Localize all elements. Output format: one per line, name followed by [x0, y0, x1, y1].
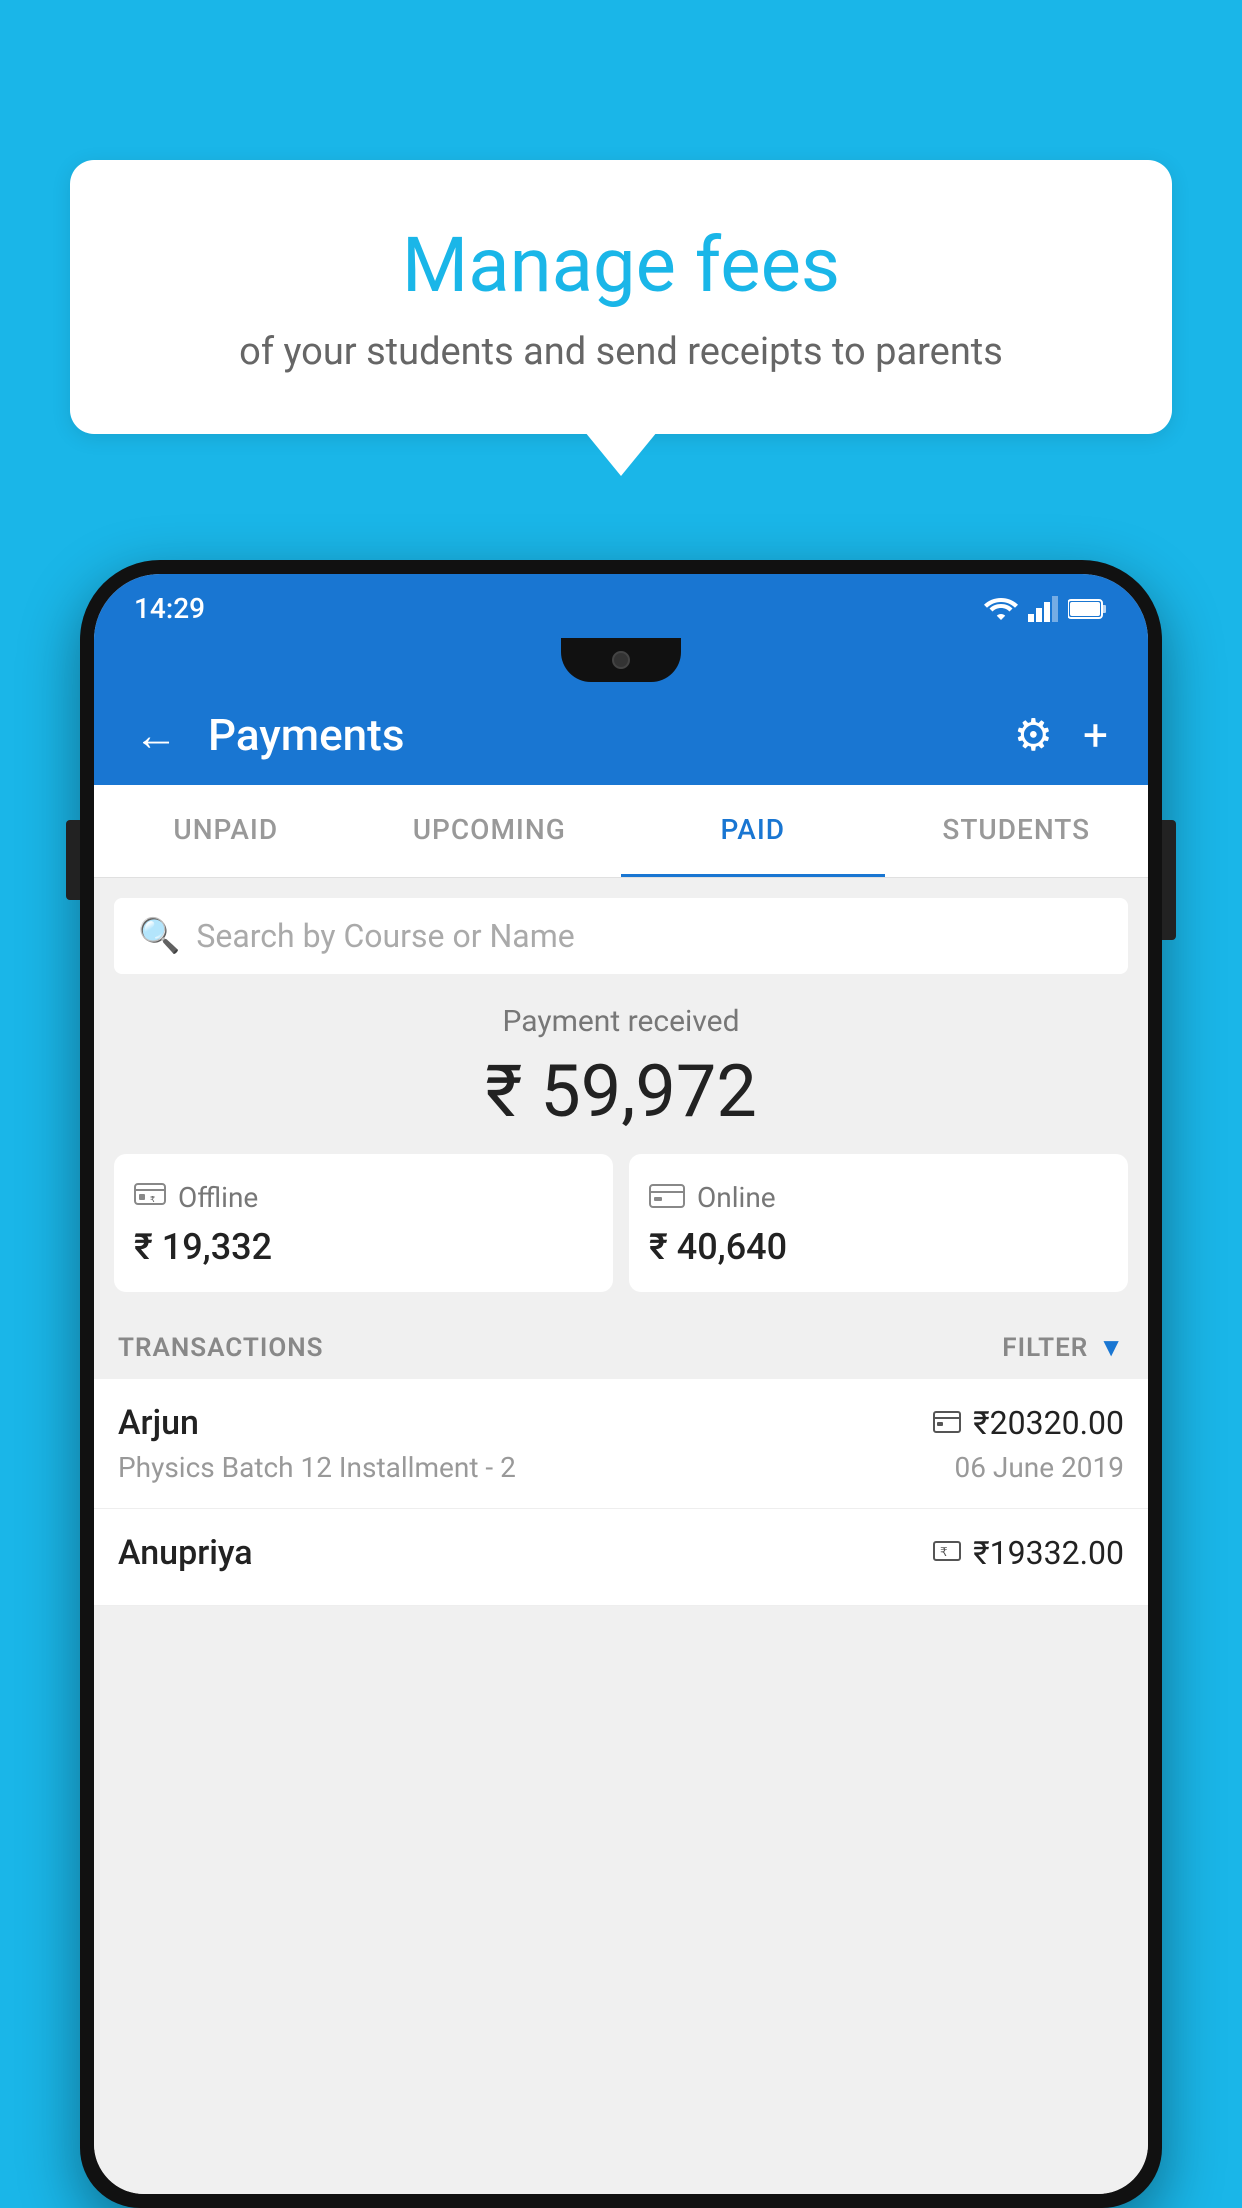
phone-container: 14:29: [80, 560, 1162, 2208]
header-title: Payments: [208, 709, 984, 761]
filter-label: FILTER: [1002, 1333, 1088, 1363]
svg-text:₹: ₹: [940, 1545, 948, 1559]
tab-upcoming[interactable]: UPCOMING: [358, 785, 622, 877]
transaction-row-bottom: Physics Batch 12 Installment - 2 06 June…: [118, 1451, 1124, 1484]
payment-type-icon: ₹: [933, 1537, 961, 1570]
payment-received-section: Payment received ₹ 59,972: [94, 974, 1148, 1154]
filter-icon: ▼: [1098, 1332, 1124, 1363]
payment-total-amount: ₹ 59,972: [114, 1049, 1128, 1134]
header-actions: ⚙ +: [1014, 709, 1108, 761]
bubble-title: Manage fees: [150, 220, 1092, 310]
filter-container[interactable]: FILTER ▼: [1002, 1332, 1124, 1363]
search-bar[interactable]: 🔍 Search by Course or Name: [114, 898, 1128, 974]
search-placeholder: Search by Course or Name: [196, 917, 574, 955]
app-header: ← Payments ⚙ +: [94, 685, 1148, 785]
transaction-name: Arjun: [118, 1403, 199, 1443]
content-area: 🔍 Search by Course or Name Payment recei…: [94, 878, 1148, 2194]
payment-cards: ₹ Offline ₹ 19,332: [94, 1154, 1148, 1312]
tab-paid[interactable]: PAID: [621, 785, 885, 877]
payment-tabs: UNPAID UPCOMING PAID STUDENTS: [94, 785, 1148, 878]
settings-icon[interactable]: ⚙: [1014, 709, 1053, 761]
svg-text:₹: ₹: [150, 1195, 155, 1204]
payment-received-label: Payment received: [114, 1004, 1128, 1039]
offline-label: Offline: [178, 1181, 258, 1214]
search-icon: 🔍: [138, 916, 180, 956]
battery-icon: [1068, 598, 1108, 620]
transaction-right: ₹ ₹19332.00: [933, 1534, 1124, 1572]
phone-outer: 14:29: [80, 560, 1162, 2208]
tab-unpaid[interactable]: UNPAID: [94, 785, 358, 877]
offline-card-header: ₹ Offline: [134, 1178, 593, 1216]
camera: [612, 651, 630, 669]
transaction-amount: ₹19332.00: [973, 1534, 1124, 1572]
signal-icon: [1028, 596, 1058, 622]
online-label: Online: [697, 1181, 776, 1214]
status-bar: 14:29: [94, 574, 1148, 635]
payment-type-icon: [933, 1407, 961, 1440]
transaction-amount: ₹20320.00: [973, 1404, 1124, 1442]
transaction-row-top: Anupriya ₹ ₹19332.00: [118, 1533, 1124, 1573]
offline-amount: ₹ 19,332: [134, 1226, 593, 1268]
online-amount: ₹ 40,640: [649, 1226, 1108, 1268]
notch: [561, 638, 681, 682]
online-icon: [649, 1178, 685, 1216]
table-row[interactable]: Arjun ₹20320.00: [94, 1379, 1148, 1509]
online-card-header: Online: [649, 1178, 1108, 1216]
transaction-course: Physics Batch 12 Installment - 2: [118, 1451, 516, 1484]
transaction-row-top: Arjun ₹20320.00: [118, 1403, 1124, 1443]
transaction-right: ₹20320.00: [933, 1404, 1124, 1442]
speech-bubble-container: Manage fees of your students and send re…: [70, 160, 1172, 434]
add-icon[interactable]: +: [1083, 709, 1108, 761]
table-row[interactable]: Anupriya ₹ ₹19332.00: [94, 1509, 1148, 1606]
status-icons: [984, 596, 1108, 622]
transaction-list: Arjun ₹20320.00: [94, 1379, 1148, 1606]
bubble-subtitle: of your students and send receipts to pa…: [150, 330, 1092, 374]
online-payment-card: Online ₹ 40,640: [629, 1154, 1128, 1292]
transaction-date: 06 June 2019: [954, 1451, 1124, 1484]
tab-students[interactable]: STUDENTS: [885, 785, 1149, 877]
transaction-name: Anupriya: [118, 1533, 253, 1573]
phone-screen: 14:29: [94, 574, 1148, 2194]
transactions-header: TRANSACTIONS FILTER ▼: [94, 1312, 1148, 1379]
transactions-label: TRANSACTIONS: [118, 1333, 324, 1363]
wifi-icon: [984, 596, 1018, 622]
back-button[interactable]: ←: [134, 709, 178, 761]
offline-payment-card: ₹ Offline ₹ 19,332: [114, 1154, 613, 1292]
status-time: 14:29: [134, 592, 205, 625]
notch-area: [94, 635, 1148, 685]
speech-bubble: Manage fees of your students and send re…: [70, 160, 1172, 434]
offline-icon: ₹: [134, 1178, 166, 1216]
